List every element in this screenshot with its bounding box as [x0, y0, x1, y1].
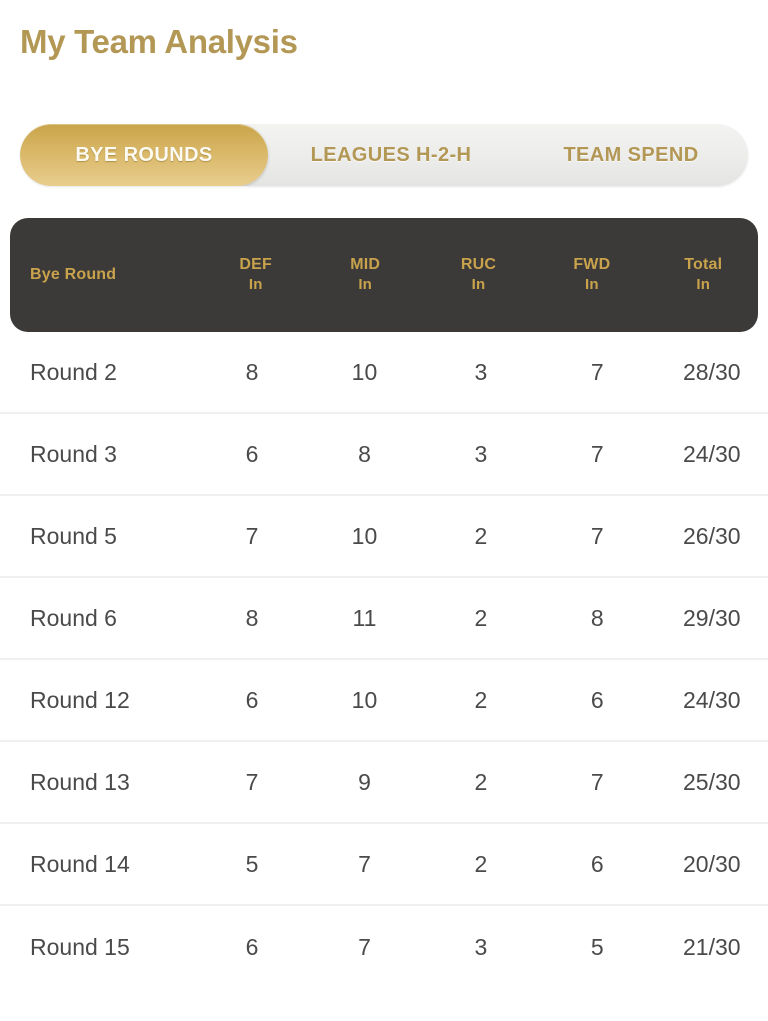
cell-total: 20/30 — [682, 851, 741, 877]
column-header-fwd-sub: In — [584, 276, 599, 293]
table-row[interactable]: Round 6 8 11 2 8 29/30 — [0, 578, 768, 660]
page-title: My Team Analysis — [20, 23, 298, 60]
cell-fwd: 6 — [590, 851, 604, 877]
cell-total: 21/30 — [682, 934, 741, 960]
cell-bye-round: Round 13 — [30, 769, 130, 795]
cell-mid: 10 — [351, 523, 378, 549]
cell-bye-round: Round 12 — [30, 687, 130, 713]
cell-def: 7 — [245, 523, 259, 549]
cell-bye-round: Round 15 — [30, 934, 130, 960]
column-header-def-label: DEF — [239, 256, 272, 273]
cell-fwd: 7 — [590, 359, 604, 385]
bye-rounds-table: Bye Round DEF In MID In RUC In FWD In To… — [0, 218, 768, 988]
cell-bye-round: Round 3 — [30, 441, 117, 467]
tab-team-spend[interactable]: TEAM SPEND — [514, 124, 748, 186]
column-header-bye-round-label: Bye Round — [30, 266, 117, 283]
cell-ruc: 3 — [474, 359, 488, 385]
my-team-analysis-page: My Team Analysis BYE ROUNDS LEAGUES H-2-… — [0, 0, 768, 1021]
table-row[interactable]: Round 15 6 7 3 5 21/30 — [0, 906, 768, 988]
cell-total: 24/30 — [682, 687, 741, 713]
cell-total: 26/30 — [682, 523, 741, 549]
table-row[interactable]: Round 2 8 10 3 7 28/30 — [0, 332, 768, 414]
cell-def: 8 — [245, 359, 259, 385]
column-header-fwd: FWD In — [535, 255, 648, 295]
analysis-tab-bar: BYE ROUNDS LEAGUES H-2-H TEAM SPEND — [20, 124, 748, 186]
tab-leagues-h2h[interactable]: LEAGUES H-2-H — [268, 124, 514, 186]
cell-ruc: 3 — [474, 441, 488, 467]
column-header-mid-label: MID — [350, 256, 381, 273]
cell-ruc: 2 — [474, 605, 488, 631]
cell-mid: 7 — [358, 934, 371, 960]
column-header-mid-sub: In — [358, 276, 373, 293]
table-row[interactable]: Round 13 7 9 2 7 25/30 — [0, 742, 768, 824]
cell-fwd: 8 — [590, 605, 604, 631]
cell-total: 25/30 — [682, 769, 741, 795]
cell-def: 6 — [245, 441, 259, 467]
table-row[interactable]: Round 3 6 8 3 7 24/30 — [0, 414, 768, 496]
cell-total: 24/30 — [682, 441, 741, 467]
cell-mid: 8 — [358, 441, 371, 467]
cell-fwd: 5 — [590, 934, 604, 960]
cell-bye-round: Round 5 — [30, 523, 117, 549]
cell-bye-round: Round 6 — [30, 605, 117, 631]
cell-def: 5 — [245, 851, 259, 877]
column-header-ruc-sub: In — [471, 276, 486, 293]
column-header-total-label: Total — [684, 256, 723, 273]
column-header-mid: MID In — [309, 255, 422, 295]
cell-bye-round: Round 14 — [30, 851, 130, 877]
column-header-bye-round: Bye Round — [10, 265, 203, 285]
cell-def: 6 — [245, 687, 259, 713]
cell-mid: 10 — [351, 359, 378, 385]
tab-bye-rounds[interactable]: BYE ROUNDS — [20, 124, 268, 186]
column-header-def-sub: In — [248, 276, 263, 293]
cell-ruc: 2 — [474, 523, 488, 549]
table-row[interactable]: Round 5 7 10 2 7 26/30 — [0, 496, 768, 578]
column-header-def: DEF In — [203, 255, 309, 295]
cell-fwd: 6 — [590, 687, 604, 713]
cell-fwd: 7 — [590, 523, 604, 549]
cell-ruc: 2 — [474, 851, 488, 877]
cell-total: 28/30 — [682, 359, 741, 385]
cell-def: 6 — [245, 934, 259, 960]
column-header-ruc-label: RUC — [460, 256, 497, 273]
cell-bye-round: Round 2 — [30, 359, 117, 385]
column-header-total: Total In — [649, 255, 758, 295]
cell-ruc: 2 — [474, 687, 488, 713]
column-header-ruc: RUC In — [422, 255, 535, 295]
cell-fwd: 7 — [590, 769, 604, 795]
cell-ruc: 3 — [474, 934, 488, 960]
table-row[interactable]: Round 14 5 7 2 6 20/30 — [0, 824, 768, 906]
table-header-row: Bye Round DEF In MID In RUC In FWD In To… — [10, 218, 758, 332]
cell-mid: 10 — [351, 687, 378, 713]
table-row[interactable]: Round 12 6 10 2 6 24/30 — [0, 660, 768, 742]
column-header-fwd-label: FWD — [573, 256, 611, 273]
cell-mid: 7 — [358, 851, 371, 877]
cell-def: 7 — [245, 769, 259, 795]
cell-total: 29/30 — [682, 605, 741, 631]
table-body: Round 2 8 10 3 7 28/30 Round 3 6 8 3 7 2… — [0, 332, 768, 988]
cell-ruc: 2 — [474, 769, 488, 795]
cell-fwd: 7 — [590, 441, 604, 467]
cell-mid: 11 — [352, 605, 377, 631]
cell-mid: 9 — [358, 769, 371, 795]
cell-def: 8 — [245, 605, 259, 631]
column-header-total-sub: In — [696, 276, 711, 293]
